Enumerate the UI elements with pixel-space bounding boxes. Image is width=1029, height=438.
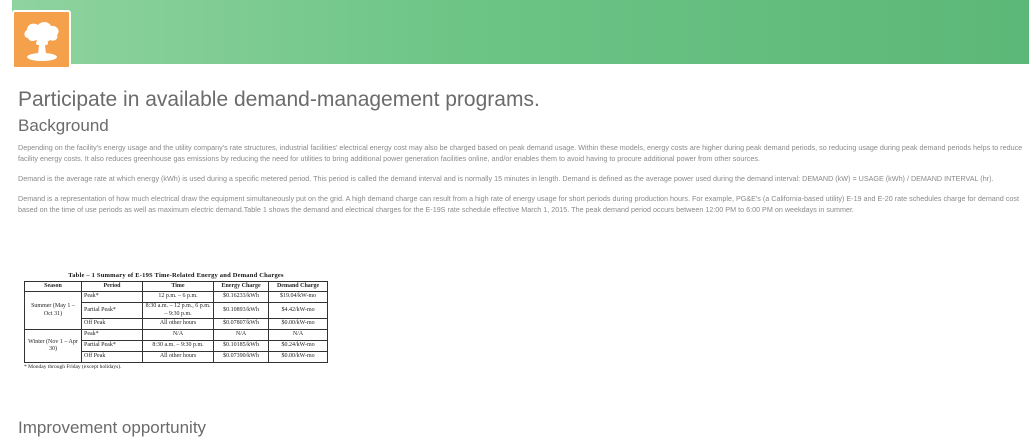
period-cell: Off Peak [81,351,143,363]
column-header-period: Period [81,281,143,292]
demand-charge-cell: $4.42/kW-mo [268,302,328,319]
energy-charge-cell: N/A [212,329,270,341]
rate-table-block: Table – 1 Summary of E-19S Time-Related … [24,272,328,370]
demand-charge-cell: $0.00/kW-mo [268,351,328,363]
energy-charge-cell: $0.10893/kWh [212,302,270,319]
season-cell-summer: Summer (May 1 – Oct 31) [24,291,82,330]
period-cell: Peak* [81,291,143,303]
demand-charge-cell: $19.04/kW-mo [268,291,328,303]
period-cell: Partial Peak* [81,340,143,352]
column-header-demand-charge: Demand Charge [268,281,328,292]
header-bar [12,0,1029,64]
page-title: Participate in available demand-manageme… [18,88,540,111]
energy-charge-cell: $0.10185/kWh [212,340,270,352]
time-cell: 8:30 a.m. – 12 p.m., 6 p.m. – 9:30 p.m. [142,302,214,319]
energy-charge-cell: $0.07390/kWh [212,351,270,363]
paragraph-peak-demand: Depending on the facility's energy usage… [18,143,1023,163]
main-content: Participate in available demand-manageme… [18,88,1029,224]
energy-charge-cell: $0.16233/kWh [212,291,270,303]
period-cell: Off Peak [81,318,143,330]
demand-charge-cell: $0.00/kW-mo [268,318,328,330]
app-logo[interactable] [12,10,71,69]
period-cell: Partial Peak* [81,302,143,319]
section-title-improvement: Improvement opportunity [18,418,207,437]
table-row: Summer (May 1 – Oct 31) Peak* 12 p.m. – … [24,291,328,330]
mushroom-cloud-icon [24,22,59,61]
table-row: Winter (Nov 1 – Apr 30) Peak* N/A N/A N/… [24,329,328,363]
period-cell: Peak* [81,329,143,341]
table-header-row: Season Period Time Energy Charge Demand … [24,281,328,292]
time-cell: All other hours [142,351,214,363]
time-cell: All other hours [142,318,214,330]
paragraph-demand-charges: Demand is a representation of how much e… [18,194,1019,214]
column-header-season: Season [24,281,82,292]
demand-charge-cell: N/A [268,329,328,341]
time-cell: 8:30 a.m. – 9:30 p.m. [142,340,214,352]
rate-table: Table – 1 Summary of E-19S Time-Related … [24,272,328,363]
table-footnote: * Monday through Friday (except holidays… [24,364,122,370]
demand-charge-cell: $0.24/kW-mo [268,340,328,352]
table-caption: Table – 1 Summary of E-19S Time-Related … [68,272,284,279]
section-title-background: Background [18,116,109,135]
column-header-time: Time [142,281,214,292]
time-cell: N/A [142,329,214,341]
time-cell: 12 p.m. – 6 p.m. [142,291,214,303]
column-header-energy-charge: Energy Charge [212,281,270,292]
paragraph-demand-definition: Demand is the average rate at which ener… [18,174,994,183]
energy-charge-cell: $0.07807/kWh [212,318,270,330]
season-cell-winter: Winter (Nov 1 – Apr 30) [24,329,82,363]
